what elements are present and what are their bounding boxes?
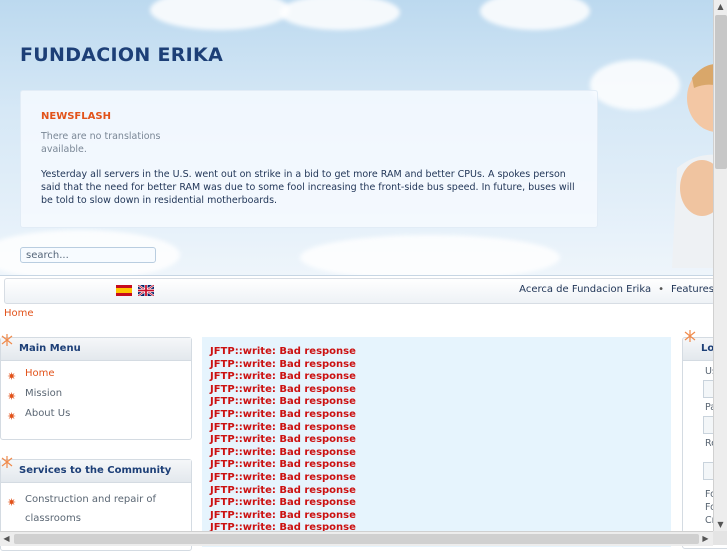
error-message: JFTP::write: Bad response [210, 497, 356, 509]
scroll-right-arrow-icon[interactable]: ▶ [699, 532, 712, 545]
menu-item-label: About Us [25, 408, 71, 419]
newsflash-text: Yesterday all servers in the U.S. went o… [41, 169, 575, 206]
error-message: JFTP::write: Bad response [210, 484, 356, 496]
cloud-decoration [480, 0, 590, 30]
error-message: JFTP::write: Bad response [210, 358, 356, 370]
error-message: JFTP::write: Bad response [210, 421, 356, 433]
header-banner: FUNDACION ERIKA NEWSFLASH There are no t… [0, 0, 713, 276]
spark-icon [1, 456, 13, 468]
error-message: JFTP::write: Bad response [210, 446, 356, 458]
horizontal-scrollbar[interactable]: ◀ ▶ [0, 531, 713, 546]
menu-item-construction[interactable]: ✷ Construction and repair of classrooms [1, 490, 165, 528]
scrollbar-corner [713, 531, 727, 545]
menu-item-mission[interactable]: ✷ Mission [1, 388, 191, 408]
spark-icon [684, 330, 696, 342]
spark-icon [1, 334, 13, 346]
star-bullet-icon: ✷ [7, 496, 17, 509]
cloud-decoration [300, 235, 560, 275]
cloud-decoration [280, 0, 400, 30]
star-bullet-icon: ✷ [7, 370, 17, 383]
nav-link-acerca[interactable]: Acerca de Fundacion Erika [519, 284, 651, 295]
search-input[interactable]: search... [20, 247, 156, 263]
star-bullet-icon: ✷ [7, 410, 17, 423]
menu-item-label: Home [25, 368, 55, 379]
nav-separator: • [658, 284, 664, 295]
error-message: JFTP::write: Bad response [210, 396, 356, 408]
cloud-decoration [150, 0, 290, 30]
vertical-scroll-thumb[interactable] [715, 15, 727, 169]
scroll-down-arrow-icon[interactable]: ▼ [714, 518, 727, 531]
horizontal-scroll-thumb[interactable] [14, 534, 699, 544]
menu-item-home[interactable]: ✷ Home [1, 368, 191, 388]
flag-spain-icon[interactable] [116, 285, 132, 296]
scroll-up-arrow-icon[interactable]: ▲ [714, 0, 727, 13]
flag-uk-icon[interactable] [138, 285, 154, 296]
error-message: JFTP::write: Bad response [210, 408, 356, 420]
cloud-decoration [590, 60, 680, 110]
main-menu-title: Main Menu [1, 338, 191, 361]
error-message: JFTP::write: Bad response [210, 371, 356, 383]
menu-item-label: Mission [25, 388, 63, 399]
site-title[interactable]: FUNDACION ERIKA [20, 44, 223, 66]
error-message: JFTP::write: Bad response [210, 434, 356, 446]
newsflash-box: NEWSFLASH There are no translations avai… [20, 90, 598, 228]
main-menu-module: Main Menu ✷ Home ✷ Mission ✷ About Us [0, 334, 192, 440]
nav-link-features[interactable]: Features [671, 284, 714, 295]
vertical-scrollbar[interactable]: ▲ ▼ [713, 0, 727, 531]
star-bullet-icon: ✷ [7, 390, 17, 403]
services-menu-title: Services to the Community [1, 460, 191, 483]
top-nav-bar: Acerca de Fundacion Erika • Features [4, 278, 715, 304]
error-message: JFTP::write: Bad response [210, 383, 356, 395]
scroll-left-arrow-icon[interactable]: ◀ [0, 532, 13, 545]
breadcrumb[interactable]: Home [4, 308, 34, 319]
main-content: JFTP::write: Bad response JFTP::write: B… [202, 337, 671, 547]
error-message: JFTP::write: Bad response [210, 471, 356, 483]
child-photo [672, 64, 713, 268]
menu-item-label: Construction and repair of classrooms [25, 494, 157, 524]
nav-links: Acerca de Fundacion Erika • Features [519, 284, 714, 295]
no-translations-notice: There are no translations available. [41, 131, 161, 155]
newsflash-title: NEWSFLASH [41, 111, 111, 122]
error-message: JFTP::write: Bad response [210, 346, 356, 357]
menu-item-about-us[interactable]: ✷ About Us [1, 408, 191, 428]
error-message: JFTP::write: Bad response [210, 509, 356, 521]
error-message: JFTP::write: Bad response [210, 459, 356, 471]
